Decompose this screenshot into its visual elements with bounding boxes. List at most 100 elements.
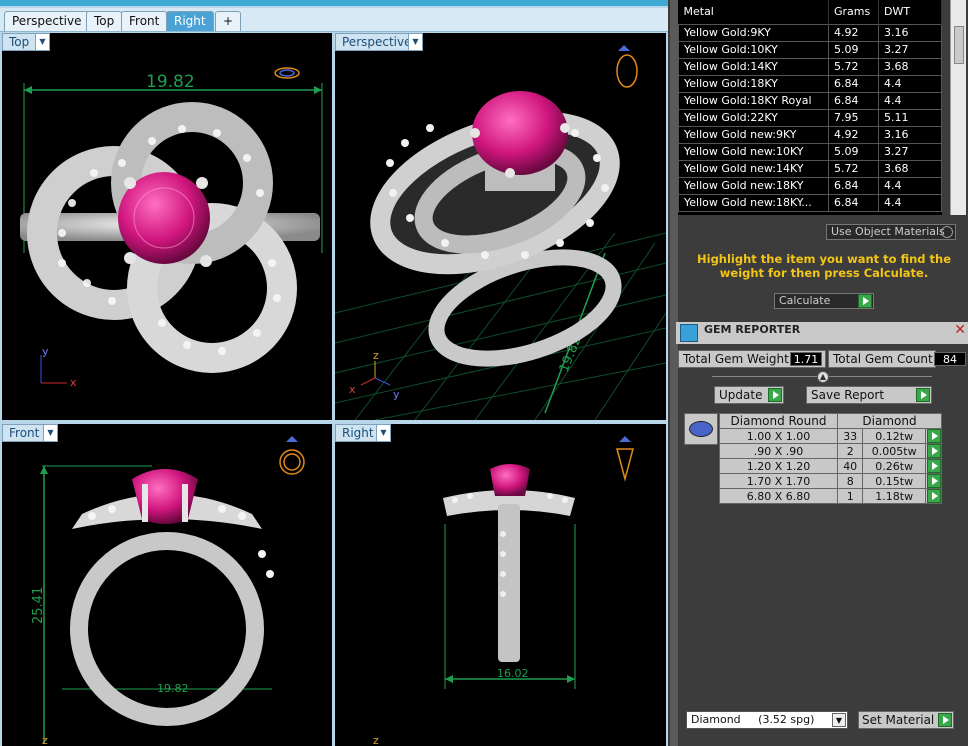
viewport-front[interactable]: 25.41 19.82 z Front ▼ xyxy=(2,424,332,746)
viewport-right[interactable]: 16.02 z Right ▼ xyxy=(335,424,666,746)
gem-count-cell: 33 xyxy=(836,428,864,444)
play-icon[interactable] xyxy=(926,474,941,488)
table-header-row: Metal Grams DWT xyxy=(678,0,942,24)
metal-cell: Yellow Gold new:14KY xyxy=(678,159,829,178)
play-icon[interactable] xyxy=(926,429,941,443)
grams-cell: 7.95 xyxy=(828,108,879,127)
viewport-top-name: Top xyxy=(9,35,30,49)
row-action-cell xyxy=(925,443,942,459)
total-gem-weight-value: 1.71 xyxy=(790,352,822,366)
grams-cell: 4.92 xyxy=(828,125,879,144)
gem-weight-cell: 0.26tw xyxy=(862,458,926,474)
collapse-icon[interactable]: ▲ xyxy=(817,371,829,383)
view-tab-bar: Perspective Top Front Right + xyxy=(0,8,668,32)
chevron-down-icon[interactable]: ▼ xyxy=(35,34,49,50)
gem-count-cell: 40 xyxy=(836,458,864,474)
metal-weight-table: Metal Grams DWT Yellow Gold:9KY 4.92 3.16 Y… xyxy=(678,0,942,215)
update-button[interactable]: Update xyxy=(714,386,784,404)
update-label: Update xyxy=(719,388,763,402)
play-icon[interactable] xyxy=(926,489,941,503)
table-row[interactable]: 6.80 X 6.80 1 1.18tw xyxy=(719,488,942,504)
dwt-cell: 4.4 xyxy=(878,176,942,195)
table-row[interactable]: Yellow Gold:18KY 6.84 4.4 xyxy=(678,74,942,93)
tab-top[interactable]: Top xyxy=(86,11,123,31)
calculate-hint: Highlight the item you want to find the … xyxy=(697,252,951,280)
gem-reporter-icon xyxy=(680,324,698,342)
table-row[interactable]: 1.20 X 1.20 40 0.26tw xyxy=(719,458,942,474)
chevron-down-icon[interactable]: ▼ xyxy=(43,425,57,441)
front-height-label: 25.41 xyxy=(31,587,46,624)
dwt-cell: 4.4 xyxy=(878,74,942,93)
set-material-label: Set Material xyxy=(862,713,935,727)
table-row[interactable]: Yellow Gold:14KY 5.72 3.68 xyxy=(678,57,942,76)
metal-cell: Yellow Gold new:9KY xyxy=(678,125,829,144)
material-select[interactable]: Diamond (3.52 spg) ▼ xyxy=(686,711,848,729)
axis-y-label: y xyxy=(42,345,49,358)
viewport-top[interactable]: 19.82 y x Top ▼ xyxy=(2,33,332,420)
scrollbar-thumb[interactable] xyxy=(954,26,964,64)
axis-y-label: y xyxy=(393,388,400,401)
dwt-cell: 3.16 xyxy=(878,125,942,144)
table-row[interactable]: 1.00 X 1.00 33 0.12tw xyxy=(719,428,942,444)
col-grams-header[interactable]: Grams xyxy=(828,0,879,24)
viewport-right-name: Right xyxy=(342,426,374,440)
viewport-top-label[interactable]: Top ▼ xyxy=(2,33,50,51)
tab-right[interactable]: Right xyxy=(166,11,214,31)
chevron-down-icon[interactable]: ▼ xyxy=(408,34,422,50)
metal-cell: Yellow Gold:18KY xyxy=(678,74,829,93)
material-select-value: Diamond (3.52 spg) xyxy=(691,713,815,726)
table-row[interactable]: Yellow Gold new:14KY 5.72 3.68 xyxy=(678,159,942,178)
metal-cell: Yellow Gold:10KY xyxy=(678,40,829,59)
add-tab-button[interactable]: + xyxy=(215,11,242,31)
viewport-perspective[interactable]: 19.82 z y x Perspective ▼ xyxy=(335,33,666,420)
save-report-button[interactable]: Save Report xyxy=(806,386,932,404)
viewport-right-label[interactable]: Right ▼ xyxy=(335,424,391,442)
table-row[interactable]: Yellow Gold:10KY 5.09 3.27 xyxy=(678,40,942,59)
calculate-button[interactable]: Calculate xyxy=(774,293,874,309)
use-object-materials-checkbox[interactable]: Use Object Materials xyxy=(826,224,956,240)
front-view-render: 25.41 19.82 z xyxy=(31,436,305,746)
tab-perspective[interactable]: Perspective xyxy=(4,11,90,31)
metal-cell: Yellow Gold new:18KY... xyxy=(678,193,829,212)
table-row[interactable]: 1.70 X 1.70 8 0.15tw xyxy=(719,473,942,489)
front-width-label: 19.82 xyxy=(157,682,189,695)
diamond-shape-icon[interactable] xyxy=(684,413,718,445)
table-row[interactable]: Yellow Gold new:18KY... 6.84 4.4 xyxy=(678,193,942,212)
total-gem-count-value: 84 xyxy=(934,352,966,366)
grams-cell: 6.84 xyxy=(828,176,879,195)
col-metal-header[interactable]: Metal xyxy=(678,0,829,24)
table-row[interactable]: Yellow Gold new:18KY 6.84 4.4 xyxy=(678,176,942,195)
row-action-cell xyxy=(925,428,942,444)
metal-table-scrollbar[interactable] xyxy=(950,0,966,215)
dwt-cell: 3.27 xyxy=(878,142,942,161)
gem-report-table: Diamond Round Diamond 1.00 X 1.00 33 0.12t… xyxy=(719,413,942,504)
top-view-render: 19.82 y x xyxy=(20,67,323,389)
row-action-cell xyxy=(925,473,942,489)
play-icon[interactable] xyxy=(926,459,941,473)
table-row[interactable]: Yellow Gold new:10KY 5.09 3.27 xyxy=(678,142,942,161)
play-icon xyxy=(858,294,872,308)
tab-front[interactable]: Front xyxy=(121,11,168,31)
grams-cell: 6.84 xyxy=(828,91,879,110)
dwt-cell: 3.68 xyxy=(878,57,942,76)
table-header-row: Diamond Round Diamond xyxy=(719,413,942,429)
table-row[interactable]: Yellow Gold:22KY 7.95 5.11 xyxy=(678,108,942,127)
viewport-perspective-label[interactable]: Perspective ▼ xyxy=(335,33,423,51)
table-row[interactable]: Yellow Gold new:9KY 4.92 3.16 xyxy=(678,125,942,144)
col-dwt-header[interactable]: DWT xyxy=(878,0,942,24)
chevron-down-icon[interactable]: ▼ xyxy=(376,425,390,441)
panel-scrollbar[interactable] xyxy=(670,0,678,746)
play-icon[interactable] xyxy=(926,444,941,458)
table-row[interactable]: .90 X .90 2 0.005tw xyxy=(719,443,942,459)
table-row[interactable]: Yellow Gold:18KY Royal 6.84 4.4 xyxy=(678,91,942,110)
metal-cell: Yellow Gold new:10KY xyxy=(678,142,829,161)
table-row[interactable]: Yellow Gold:9KY 4.92 3.16 xyxy=(678,23,942,42)
axis-z-label: z xyxy=(373,349,379,362)
set-material-button[interactable]: Set Material xyxy=(858,711,954,729)
chevron-down-icon[interactable]: ▼ xyxy=(832,713,846,727)
viewport-front-label[interactable]: Front ▼ xyxy=(2,424,58,442)
right-dimension-label: 16.02 xyxy=(497,667,529,680)
gem-count-cell: 1 xyxy=(836,488,864,504)
close-icon[interactable]: ✕ xyxy=(954,323,966,337)
viewport-front-name: Front xyxy=(9,426,40,440)
